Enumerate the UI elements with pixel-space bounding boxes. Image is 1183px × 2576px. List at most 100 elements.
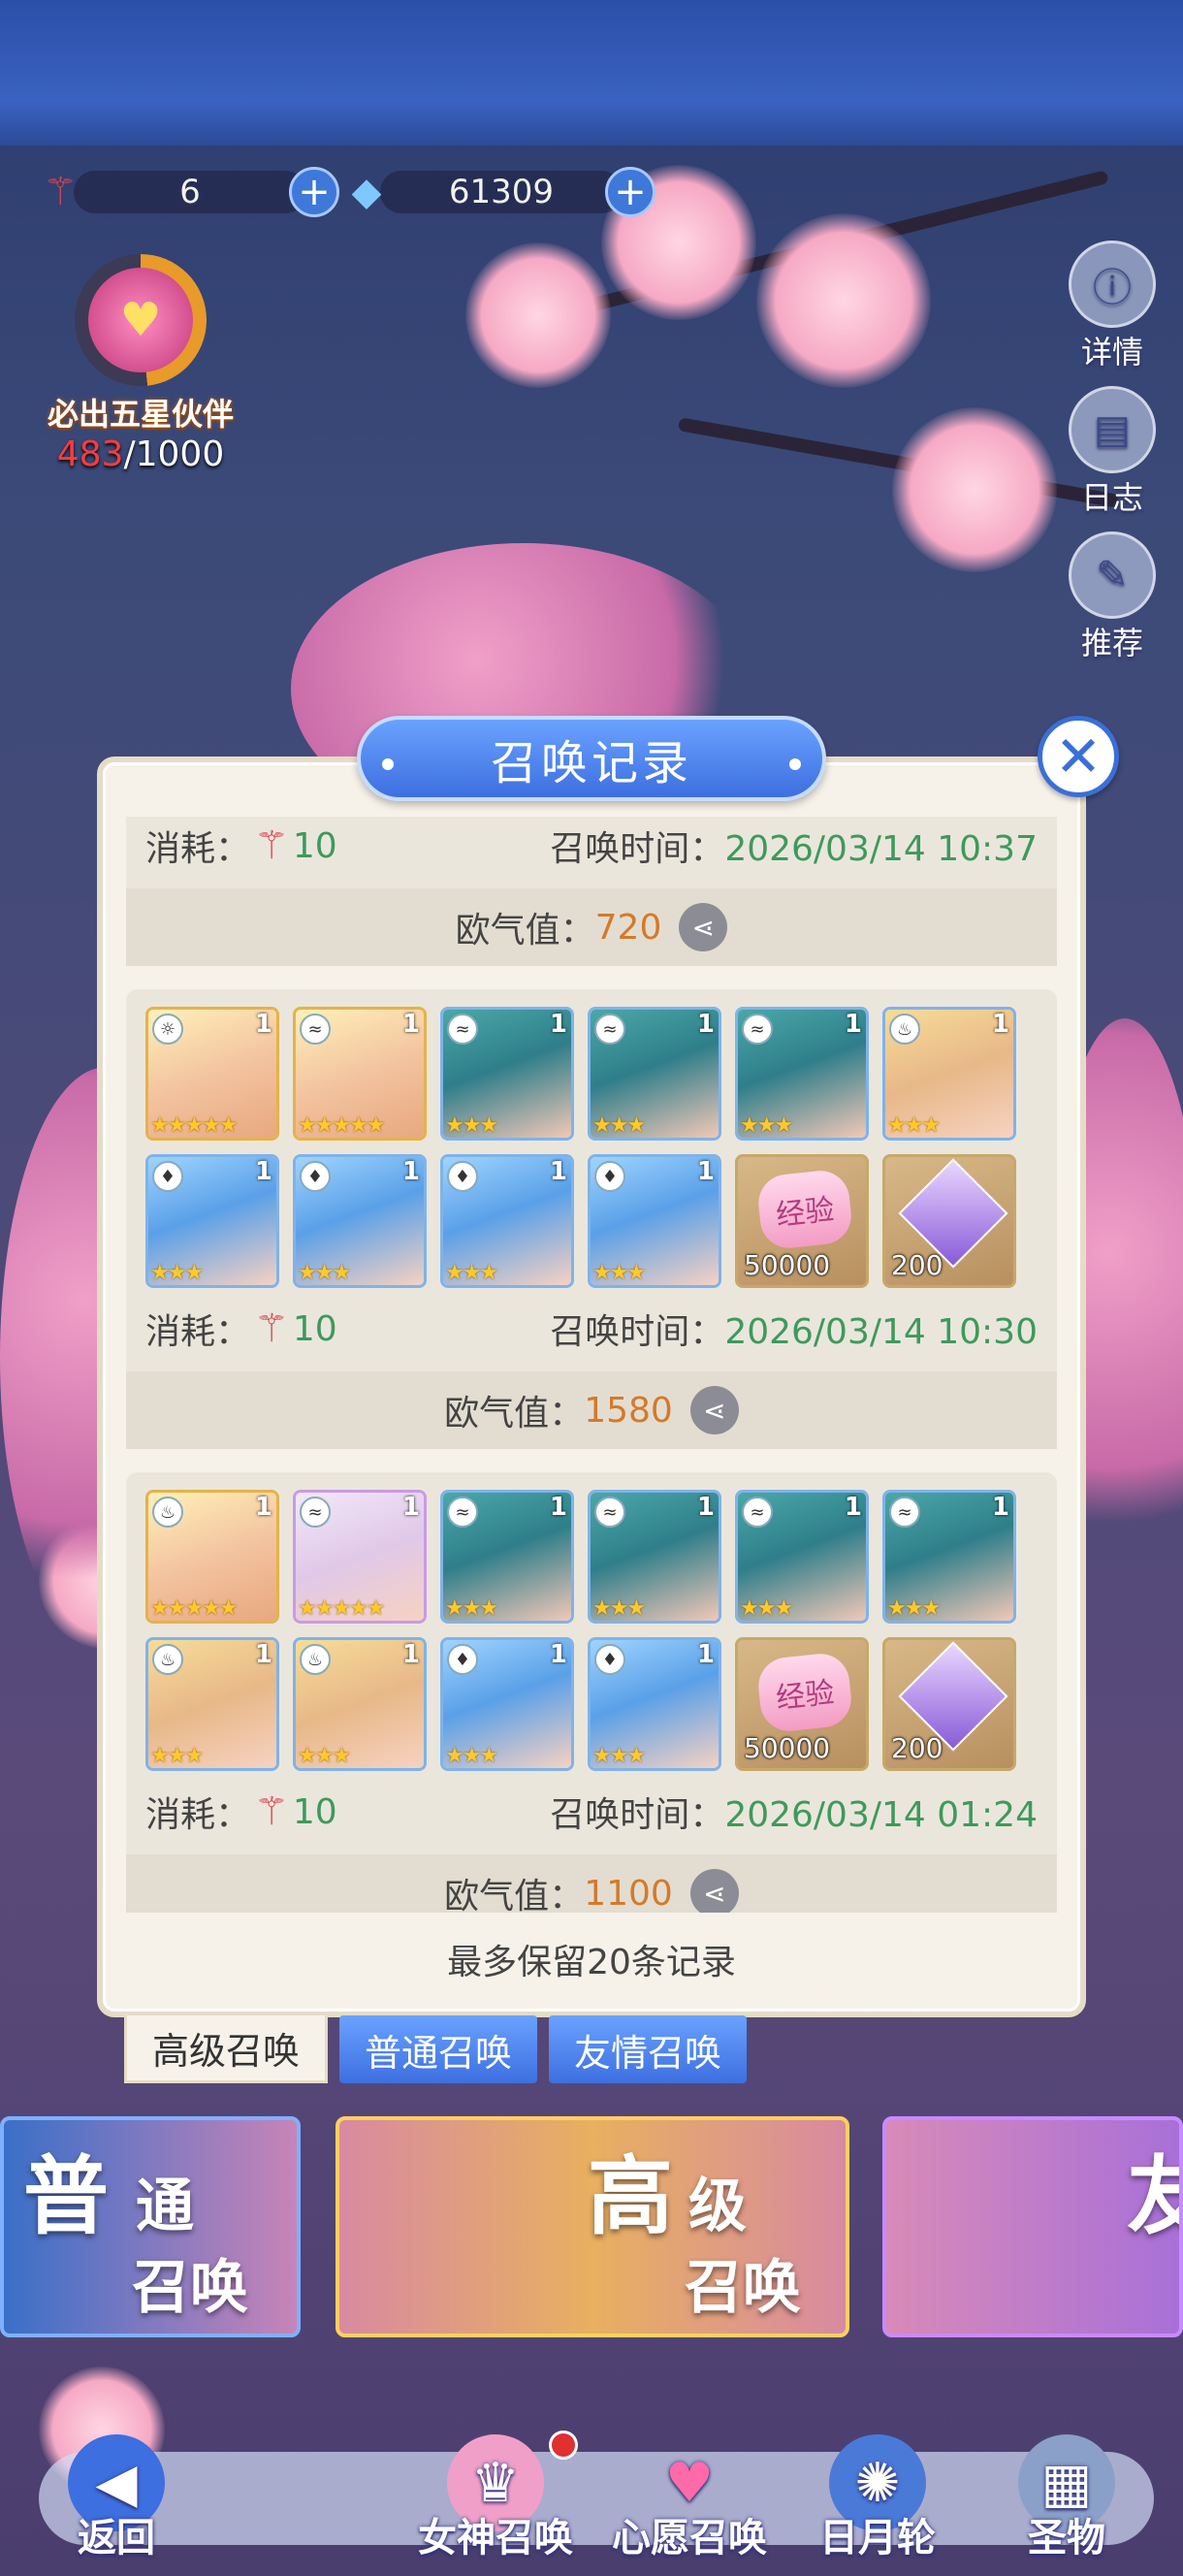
hero-card[interactable]: ♨ 1 ★★★★★ — [145, 1490, 279, 1624]
side-button-label: 详情 — [1080, 334, 1143, 370]
luck-row: 欧气值： 1580 ⋖ — [126, 1371, 1057, 1449]
fire-element-icon: ♨ — [889, 1014, 920, 1045]
nav-goddess-summon[interactable]: ♛ 女神召唤 — [403, 2431, 588, 2562]
time-info: 召唤时间：2026/03/14 10:30 — [550, 1304, 1038, 1354]
hero-count: 1 — [401, 1493, 420, 1522]
luck-label: 欧气值： — [444, 1394, 585, 1433]
nav-back[interactable]: ◀ 返回 — [48, 2434, 184, 2562]
star-rating: ★★★ — [740, 1596, 793, 1621]
side-button-recommend[interactable]: ✎ 推荐 — [1059, 531, 1166, 663]
hero-card[interactable]: ≈1 ★★★ — [735, 1490, 869, 1624]
hero-card[interactable]: ♨ 1 ★★★ — [293, 1637, 427, 1771]
star-rating: ★★★ — [740, 1113, 793, 1138]
star-rating: ★★★ — [445, 1744, 498, 1768]
add-crystal-button[interactable]: + — [605, 167, 655, 217]
side-button-log[interactable]: ▤ 日志 — [1059, 386, 1166, 518]
tab-normal-summon[interactable]: 普通召唤 — [339, 2015, 538, 2083]
exp-heart-icon: 经验 — [755, 1651, 854, 1734]
share-icon[interactable]: ⋖ — [689, 1869, 739, 1913]
hero-card[interactable]: ♦ 1 ★★★ — [588, 1154, 721, 1288]
star-rating: ★★★ — [298, 1261, 351, 1285]
tab-advanced-summon[interactable]: 高级召唤 — [124, 2015, 329, 2083]
hero-card[interactable]: ♨ 1 ★★★ — [882, 1007, 1016, 1141]
nav-relic[interactable]: ▦ 圣物 — [999, 2434, 1135, 2562]
hero-card[interactable]: ≈1 ★★★★★ — [293, 1490, 427, 1624]
record-list[interactable]: 消耗： ⚚ 10 召唤时间：2026/03/14 10:37 欧气值： 720 ⋖ ☼ 1 ★★★… — [126, 817, 1057, 1913]
summon-wand-icon: ⚚ — [254, 823, 289, 868]
tab-friend-summon[interactable]: 友情召唤 — [549, 2015, 748, 2083]
hero-count: 1 — [254, 1640, 272, 1669]
water-element-icon: ♦ — [594, 1644, 625, 1675]
star-rating: ★★★ — [150, 1744, 204, 1768]
record-meta: 消耗： ⚚ 10 召唤时间：2026/03/14 10:37 — [145, 821, 1038, 871]
add-ticket-button[interactable]: + — [289, 167, 339, 217]
hero-card[interactable]: ♦ 1 ★★★ — [440, 1637, 574, 1771]
hero-card[interactable]: ♦ 1 ★★★ — [440, 1154, 574, 1288]
hero-card[interactable]: ♦ 1 ★★★ — [293, 1154, 427, 1288]
hero-card[interactable]: ≈1 ★★★ — [588, 1490, 721, 1624]
blossom-decoration — [756, 213, 931, 388]
hero-card[interactable]: ≈1 ★★★ — [588, 1007, 721, 1141]
hero-count: 1 — [549, 1640, 567, 1669]
summon-ticket-resource: ⚚ 6 + — [33, 167, 339, 217]
notification-badge — [549, 2431, 578, 2460]
close-icon[interactable]: ✕ — [1038, 716, 1119, 797]
record-meta: 消耗： ⚚ 10 召唤时间：2026/03/14 10:30 — [145, 1304, 1038, 1354]
hero-count: 1 — [696, 1640, 715, 1669]
hero-card[interactable]: ≈1 ★★★ — [440, 1490, 574, 1624]
nav-sun-moon-wheel[interactable]: ✺ 日月轮 — [805, 2434, 950, 2562]
exp-item-card[interactable]: 经验 50000 — [735, 1637, 869, 1771]
cost-info: 消耗： ⚚ 10 — [145, 821, 337, 871]
hero-count: 1 — [991, 1010, 1009, 1039]
luck-row: 欧气值： 720 ⋖ — [126, 888, 1057, 966]
pity-counter[interactable]: ♥ 必出五星伙伴 483/1000 — [29, 254, 252, 474]
pity-progress-ring: ♥ — [75, 254, 207, 386]
hero-card[interactable]: ≈1 ★★★ — [735, 1007, 869, 1141]
fire-element-icon: ♨ — [300, 1644, 331, 1675]
cost-value: 10 — [292, 1308, 337, 1349]
hero-card[interactable]: ≈1 ★★★ — [440, 1007, 574, 1141]
summon-wand-icon: ⚚ — [254, 1789, 289, 1834]
hero-count: 1 — [696, 1493, 715, 1522]
hero-card[interactable]: ≈1 ★★★ — [882, 1490, 1016, 1624]
summon-wand-icon: ⚚ — [43, 170, 78, 214]
share-icon[interactable]: ⋖ — [689, 1386, 739, 1434]
cost-info: 消耗： ⚚ 10 — [145, 1304, 337, 1354]
side-button-label: 推荐 — [1080, 625, 1143, 661]
hero-card[interactable]: ☼ 1 ★★★★★ — [145, 1007, 279, 1141]
water-element-icon: ♦ — [594, 1161, 625, 1192]
exp-item-card[interactable]: 经验 50000 — [735, 1154, 869, 1288]
side-button-details[interactable]: ⓘ 详情 — [1059, 241, 1166, 372]
feather-icon: ✎ — [1069, 531, 1156, 619]
pity-label: 必出五星伙伴 — [47, 396, 234, 433]
exp-heart-icon: 经验 — [755, 1168, 854, 1251]
gem-item-card[interactable]: 200 — [882, 1154, 1016, 1288]
nav-wish-summon[interactable]: ♥ 心愿召唤 — [597, 2434, 782, 2562]
wind-element-icon: ≈ — [742, 1497, 773, 1528]
wind-element-icon: ≈ — [300, 1497, 331, 1528]
hero-card[interactable]: ♦ 1 ★★★ — [588, 1637, 721, 1771]
item-quantity: 200 — [891, 1732, 943, 1764]
item-quantity: 200 — [891, 1249, 943, 1281]
luck-value: 720 — [594, 907, 662, 948]
cost-info: 消耗： ⚚ 10 — [145, 1787, 337, 1837]
hero-card[interactable]: ♨ 1 ★★★ — [145, 1637, 279, 1771]
hero-count: 1 — [254, 1010, 272, 1039]
cost-label: 消耗： — [145, 1795, 251, 1835]
friend-summon-banner[interactable]: 友 — [882, 2116, 1183, 2337]
cost-label: 消耗： — [145, 829, 251, 869]
hero-count: 1 — [844, 1493, 862, 1522]
hero-count: 1 — [696, 1010, 715, 1039]
hero-card[interactable]: ≈1 ★★★★★ — [293, 1007, 427, 1141]
share-icon[interactable]: ⋖ — [679, 903, 728, 951]
hero-count: 1 — [549, 1010, 567, 1039]
gem-item-card[interactable]: 200 — [882, 1637, 1016, 1771]
time-info: 召唤时间：2026/03/14 01:24 — [550, 1787, 1038, 1837]
advanced-summon-banner[interactable]: 高 级 召唤 — [336, 2116, 849, 2337]
time-info: 召唤时间：2026/03/14 10:37 — [550, 821, 1038, 871]
time-value: 2026/03/14 01:24 — [724, 1795, 1038, 1835]
normal-summon-banner[interactable]: 普 通 召唤 — [0, 2116, 301, 2337]
hero-count: 1 — [991, 1493, 1009, 1522]
hero-card[interactable]: ♦ 1 ★★★ — [145, 1154, 279, 1288]
bottom-navigation: ◀ 返回 ♛ 女神召唤 ♥ 心愿召唤 ✺ 日月轮 ▦ 圣物 — [0, 2431, 1183, 2576]
